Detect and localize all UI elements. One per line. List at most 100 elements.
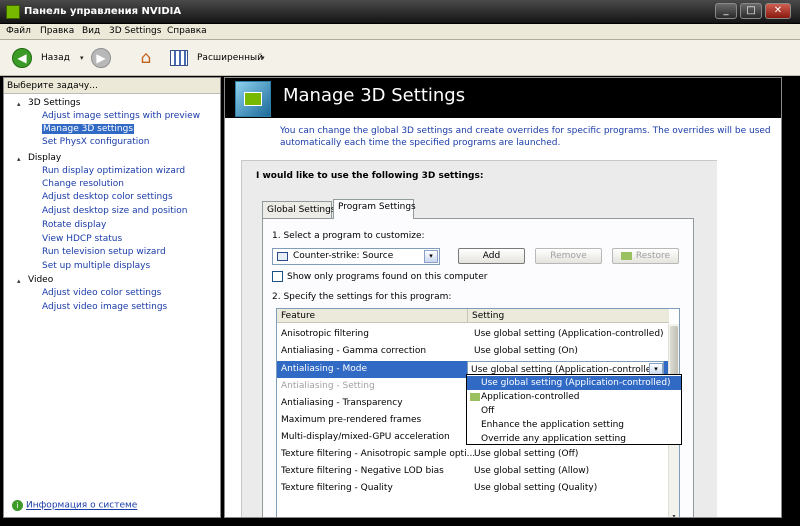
page-title: Manage 3D Settings	[283, 85, 466, 106]
feature-cell: Antialiasing - Gamma correction	[281, 346, 427, 356]
tree-item-hdcp-status[interactable]: View HDCP status	[42, 234, 122, 244]
table-row[interactable]: Texture filtering - Quality Use global s…	[277, 480, 669, 497]
setting-cell: Use global setting (Allow)	[474, 466, 590, 476]
tree-item-tv-setup-wizard[interactable]: Run television setup wizard	[42, 247, 166, 257]
menu-edit[interactable]: Правка	[40, 26, 74, 36]
task-header: Выберите задачу...	[4, 78, 220, 94]
dropdown-option[interactable]: Use global setting (Application-controll…	[467, 376, 681, 390]
tab-program-settings[interactable]: Program Settings	[333, 199, 416, 219]
maximize-button[interactable]: □	[740, 3, 762, 19]
column-header-feature[interactable]: Feature	[277, 309, 468, 323]
tree-item-rotate-display[interactable]: Rotate display	[42, 220, 106, 230]
nvidia-recommended-icon	[470, 393, 480, 401]
tree-item-physx-configuration[interactable]: Set PhysX configuration	[42, 137, 150, 147]
remove-button[interactable]: Remove	[535, 248, 602, 264]
back-arrow-icon[interactable]: ◀	[12, 48, 32, 68]
view-mode-button[interactable]: Расширенный	[197, 53, 263, 63]
page-description: You can change the global 3D settings an…	[280, 126, 771, 148]
column-header-setting[interactable]: Setting	[468, 309, 669, 323]
dropdown-option[interactable]: Application-controlled	[467, 390, 681, 404]
table-row[interactable]: Antialiasing - Gamma correction Use glob…	[277, 343, 669, 360]
restore-label: Restore	[635, 251, 671, 261]
restore-icon	[620, 251, 632, 260]
home-icon[interactable]: ⌂	[136, 48, 156, 68]
settings-panel: I would like to use the following 3D set…	[241, 160, 717, 517]
tree-item-adjust-image-settings[interactable]: Adjust image settings with preview	[42, 111, 200, 121]
menu-help[interactable]: Справка	[167, 26, 207, 36]
program-select[interactable]: Counter-strike: Source ▾	[272, 248, 440, 265]
tree-item-display-optimization[interactable]: Run display optimization wizard	[42, 166, 185, 176]
menu-bar: Файл Правка Вид 3D Settings Справка	[0, 24, 800, 40]
scroll-down-icon[interactable]: ▾	[669, 512, 679, 517]
system-info-link[interactable]: i Информация о системе	[12, 500, 137, 511]
program-select-value: Counter-strike: Source	[293, 251, 394, 261]
program-window-icon	[277, 252, 288, 261]
feature-cell: Multi-display/mixed-GPU acceleration	[281, 432, 450, 442]
toolbar: ◀ Назад ▾ ▶ ⌂ Расширенный ▾	[0, 40, 800, 76]
nvidia-app-icon	[6, 5, 20, 19]
setting-dropdown-list: Use global setting (Application-controll…	[466, 374, 682, 445]
setting-cell: Use global setting (Application-controll…	[474, 329, 664, 339]
back-history-dropdown-icon[interactable]: ▾	[80, 54, 84, 62]
setting-cell: Use global setting (On)	[474, 346, 578, 356]
feature-cell: Texture filtering - Negative LOD bias	[281, 466, 444, 476]
dropdown-option[interactable]: Off	[467, 404, 681, 418]
expand-toggle-icon[interactable]: ▴	[17, 277, 21, 285]
back-button[interactable]: Назад	[41, 53, 70, 63]
feature-cell: Anisotropic filtering	[281, 329, 369, 339]
show-only-label[interactable]: Show only programs found on this compute…	[287, 272, 487, 282]
table-row[interactable]: Texture filtering - Negative LOD bias Us…	[277, 463, 669, 480]
tree-item-multiple-displays[interactable]: Set up multiple displays	[42, 261, 150, 271]
table-row[interactable]: Anisotropic filtering Use global setting…	[277, 326, 669, 343]
forward-arrow-icon[interactable]: ▶	[91, 48, 111, 68]
setting-cell: Use global setting (Off)	[474, 449, 579, 459]
show-only-checkbox[interactable]	[272, 271, 283, 282]
feature-cell: Antialiasing - Transparency	[281, 398, 403, 408]
add-button[interactable]: Add	[458, 248, 525, 264]
table-row[interactable]: Texture filtering - Anisotropic sample o…	[277, 446, 669, 463]
tree-item-video-image[interactable]: Adjust video image settings	[42, 302, 167, 312]
dropdown-option[interactable]: Override any application setting	[467, 432, 681, 446]
task-sidebar: Выберите задачу... ▴ 3D Settings Adjust …	[3, 77, 221, 518]
tree-group-3d-settings[interactable]: 3D Settings	[28, 98, 80, 108]
dropdown-option-label: Application-controlled	[481, 392, 580, 402]
program-settings-tab-body: 1. Select a program to customize: Counte…	[262, 218, 694, 517]
menu-view[interactable]: Вид	[82, 26, 100, 36]
main-content: Manage 3D Settings You can change the gl…	[224, 77, 782, 518]
chevron-down-icon[interactable]: ▾	[424, 250, 438, 263]
system-info-label[interactable]: Информация о системе	[26, 501, 137, 511]
window-title: Панель управления NVIDIA	[24, 6, 182, 17]
3d-settings-icon	[235, 81, 271, 117]
tree-group-display[interactable]: Display	[28, 153, 61, 163]
setting-cell: Use global setting (Quality)	[474, 483, 598, 493]
info-icon: i	[12, 500, 23, 511]
view-mode-icon[interactable]	[170, 50, 188, 66]
view-mode-dropdown-icon[interactable]: ▾	[261, 54, 265, 62]
title-bar: Панель управления NVIDIA _ □ ✕	[0, 0, 800, 24]
tab-global-settings[interactable]: Global Settings	[262, 201, 335, 218]
menu-3d-settings[interactable]: 3D Settings	[109, 26, 161, 36]
menu-file[interactable]: Файл	[6, 26, 31, 36]
tree-item-video-color[interactable]: Adjust video color settings	[42, 288, 161, 298]
feature-cell: Antialiasing - Mode	[281, 364, 368, 374]
feature-cell: Maximum pre-rendered frames	[281, 415, 422, 425]
tree-item-desktop-size[interactable]: Adjust desktop size and position	[42, 206, 188, 216]
step1-label: 1. Select a program to customize:	[272, 231, 425, 241]
panel-heading: I would like to use the following 3D set…	[256, 171, 484, 181]
expand-toggle-icon[interactable]: ▴	[17, 100, 21, 108]
tree-item-desktop-color[interactable]: Adjust desktop color settings	[42, 192, 173, 202]
step2-label: 2. Specify the settings for this program…	[272, 292, 452, 302]
restore-button[interactable]: Restore	[612, 248, 679, 264]
page-banner: Manage 3D Settings	[225, 78, 781, 118]
feature-cell: Texture filtering - Quality	[281, 483, 393, 493]
feature-cell: Antialiasing - Setting	[281, 381, 375, 391]
close-button[interactable]: ✕	[765, 3, 791, 19]
dropdown-option[interactable]: Enhance the application setting	[467, 418, 681, 432]
window-edge	[782, 77, 800, 518]
feature-cell: Texture filtering - Anisotropic sample o…	[281, 449, 476, 459]
expand-toggle-icon[interactable]: ▴	[17, 155, 21, 163]
tree-group-video[interactable]: Video	[28, 275, 53, 285]
minimize-button[interactable]: _	[715, 3, 737, 19]
tree-item-manage-3d-settings[interactable]: Manage 3D settings	[42, 124, 135, 134]
tree-item-change-resolution[interactable]: Change resolution	[42, 179, 124, 189]
